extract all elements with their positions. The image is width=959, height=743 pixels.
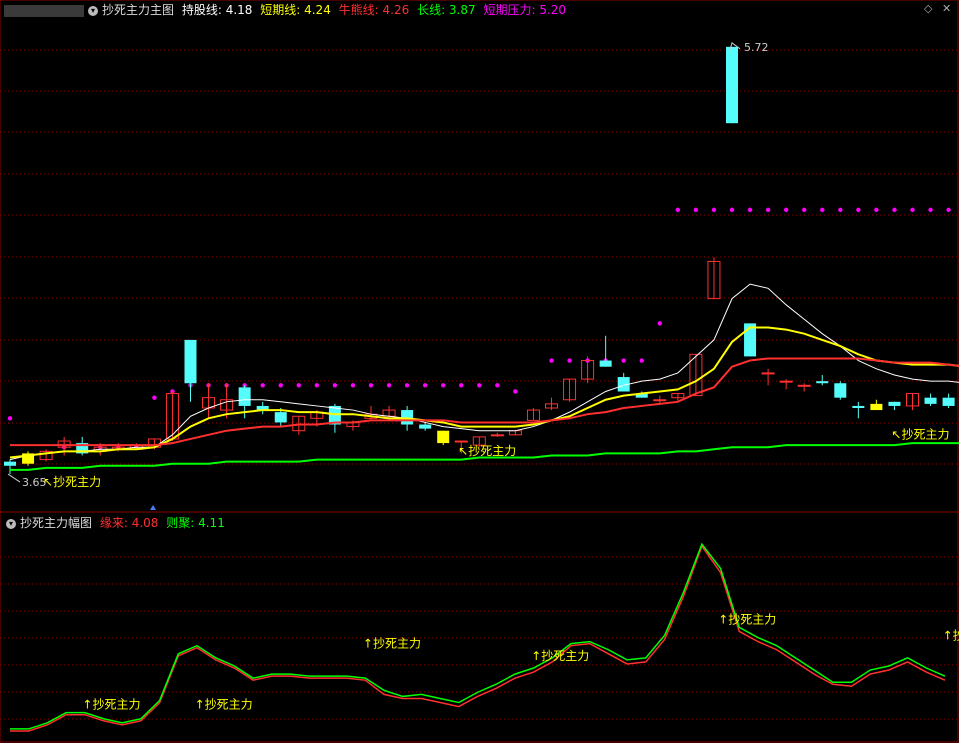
pressure-dot: [495, 383, 500, 388]
chart-canvas: 5.723.65↖抄死主力↖抄死主力↖抄死主力↑抄死主力 ↑抄死主力↑抄死主力↑抄…: [0, 0, 959, 743]
pressure-dot: [928, 207, 933, 213]
sub-signal-label: ↑抄死主力: [82, 698, 140, 712]
candle-body: [599, 360, 612, 367]
candle-body: [834, 383, 847, 398]
collapse-icon[interactable]: ▾: [88, 5, 98, 16]
main-header: ▾ 抄死主力主图 持股线: 4.18 短期线: 4.24 牛熊线: 4.26 长线…: [0, 1, 570, 19]
candle-body: [419, 424, 432, 429]
sub-signal-label: ↑抄死主力: [363, 637, 421, 651]
sub-title: 抄死主力幅图: [20, 516, 93, 530]
pressure-dot: [693, 207, 699, 213]
sub-series-line: [10, 544, 946, 732]
pressure-dot: [296, 383, 301, 388]
pressure-dot: [765, 207, 771, 213]
pressure-dot: [314, 383, 320, 388]
pressure-dot: [477, 383, 482, 388]
signal-label: ↖抄死主力: [43, 475, 101, 489]
candle-body: [184, 339, 197, 384]
series-line: [9, 326, 959, 459]
pressure-dot: [946, 207, 951, 213]
frame: [0, 0, 959, 743]
min-marker: [7, 473, 21, 483]
pressure-dot: [350, 383, 356, 388]
candle-body: [653, 399, 667, 402]
candle-body: [797, 384, 811, 387]
pressure-dot: [459, 383, 464, 388]
candle-body: [852, 405, 865, 408]
pressure-dot: [278, 383, 283, 388]
main-item-3: 长线: 3.87: [417, 3, 476, 17]
sub-item-1: 则聚: 4.11: [166, 516, 225, 530]
sub-item-0: 缘来: 4.08: [99, 516, 159, 530]
sub-signal-label: ↑抄死主力: [943, 629, 959, 643]
candle-body: [4, 461, 16, 466]
candles: [4, 46, 955, 475]
pressure-dot: [422, 383, 428, 388]
sub-collapse-icon[interactable]: ▾: [6, 518, 16, 529]
sub-series-line: [10, 542, 946, 730]
pressure-dot: [675, 207, 681, 213]
pressure-dot: [386, 383, 392, 388]
pressure-dot: [549, 358, 554, 363]
series-line: [10, 357, 959, 447]
candle-body: [454, 440, 468, 443]
pressure-dot: [874, 207, 879, 213]
pressure-dot: [441, 383, 446, 388]
pressure-dot: [567, 358, 572, 363]
candle-body: [888, 401, 901, 406]
pressure-dot: [838, 207, 843, 213]
diamond-icon[interactable]: ◇: [924, 2, 932, 15]
pressure-dot: [892, 207, 897, 213]
pressure-dot: [802, 207, 807, 213]
pressure-dot: [368, 383, 374, 388]
sub-signal-label: ↑抄死主力: [531, 649, 589, 663]
pressure-dot: [820, 207, 825, 213]
candle-body: [870, 403, 883, 411]
pressure-dot: [7, 416, 13, 421]
candle-body: [238, 387, 251, 406]
pressure-dot: [621, 358, 626, 363]
main-title: 抄死主力主图: [102, 3, 175, 17]
close-icon[interactable]: ✕: [942, 2, 951, 15]
candle-body: [761, 372, 775, 375]
candle-body: [726, 46, 738, 124]
candle-body: [924, 397, 937, 404]
blurred-code: [4, 4, 84, 17]
candle-body: [437, 430, 450, 444]
pressure-dot: [910, 207, 915, 213]
candle-body: [401, 410, 414, 425]
candle-body: [490, 434, 504, 437]
signal-label: ↖抄死主力: [458, 444, 516, 458]
pressure-dot: [783, 207, 789, 213]
pressure-dot: [856, 207, 861, 213]
sub-signal-label: ↑抄死主力: [718, 612, 776, 626]
pressure-dot: [657, 321, 662, 326]
grid-lines: [0, 0, 959, 743]
sub-signal-label: ↑抄死主力: [195, 698, 253, 712]
pressure-dot: [639, 358, 644, 363]
max-label: 5.72: [744, 41, 769, 54]
pressure-dot: [152, 395, 157, 400]
pressure-dot: [729, 207, 735, 213]
main-item-2: 牛熊线: 4.26: [338, 3, 410, 17]
scroll-arrow-icon: [150, 505, 156, 510]
main-item-4: 短期压力: 5.20: [483, 3, 567, 17]
main-lines: [9, 283, 959, 471]
series-line: [9, 283, 959, 461]
pressure-dot: [747, 207, 753, 213]
main-item-1: 短期线: 4.24: [260, 3, 331, 17]
pressure-dot: [332, 383, 338, 388]
sub-header: ▾ 抄死主力幅图 缘来: 4.08 则聚: 4.11: [0, 514, 229, 532]
candle-body: [779, 380, 793, 383]
signal-label: ↖抄死主力: [891, 428, 949, 442]
pressure-dot: [260, 383, 265, 388]
pressure-dot: [513, 389, 518, 394]
main-item-0: 持股线: 4.18: [181, 3, 253, 17]
candle-body: [274, 412, 287, 423]
pressure-dot: [711, 207, 717, 213]
candle-body: [816, 381, 829, 384]
candle-body: [942, 397, 955, 406]
pressure-dot: [404, 383, 410, 388]
